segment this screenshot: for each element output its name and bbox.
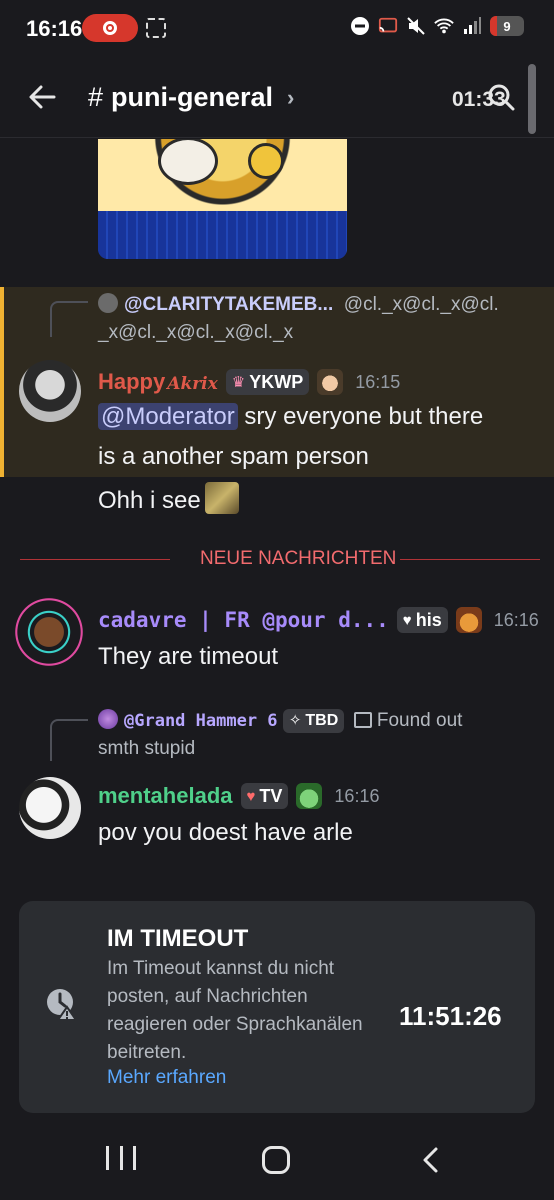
role-tag[interactable]: ♥ his (396, 607, 448, 633)
message-header: cadavre | FR @pour d... ♥ his 16:16 (98, 607, 539, 633)
avatar[interactable] (12, 595, 86, 669)
role-tag-label: his (415, 609, 442, 630)
back-button[interactable] (418, 1146, 444, 1174)
message-header: mentahelada ♥ TV 16:16 (98, 783, 379, 809)
divider-line (388, 559, 540, 560)
username[interactable]: Happy Akrix (98, 369, 218, 395)
dnd-icon (350, 16, 370, 36)
status-time: 16:16 (26, 16, 83, 41)
back-arrow-icon[interactable] (26, 80, 60, 114)
message-content: They are timeout (98, 637, 538, 677)
reply-connector (50, 719, 88, 761)
battery-fill (490, 16, 497, 36)
channel-header: # puni-general › 01:33 (0, 58, 554, 138)
message-content: Ohh i see (98, 481, 538, 521)
screen-record-indicator[interactable] (82, 14, 138, 42)
new-messages-divider: NEUE NACHRICHTEN (20, 548, 540, 570)
role-tag[interactable]: ♥ TV (240, 783, 289, 809)
role-tag[interactable]: ♛ YKWP (225, 369, 310, 395)
role-tag-label: YKWP (249, 371, 304, 392)
reply-author: @CLARITYTAKEMEB... (124, 294, 334, 315)
message-time: 16:15 (355, 371, 401, 392)
username[interactable]: cadavre | FR @pour d... (98, 608, 389, 632)
reply-text: smth stupid (98, 738, 196, 759)
reply-avatar (98, 293, 118, 313)
image-character (158, 139, 218, 185)
divider-label: NEUE NACHRICHTEN (196, 548, 401, 570)
battery-level: 9 (503, 18, 511, 34)
image-icon (353, 712, 372, 728)
timeout-description: Im Timeout kannst du nicht posten, auf N… (107, 958, 363, 1063)
role-icon (455, 607, 482, 633)
username-suffix: Akrix (167, 374, 218, 394)
reply-text: Found out (376, 710, 463, 731)
wifi-icon (434, 16, 454, 36)
search-icon[interactable] (486, 82, 516, 112)
message-text: sry everyone but there (237, 403, 484, 430)
chevron-right-icon: › (287, 84, 295, 110)
message-content: @Moderator sry everyone but there is a a… (98, 397, 538, 477)
timeout-clock-icon (47, 989, 78, 1021)
timeout-countdown: 11:51:26 (399, 1001, 502, 1031)
scrollbar[interactable] (528, 64, 536, 134)
signal-icon (462, 16, 482, 36)
role-tag: ✧ TBD (282, 709, 345, 733)
role-icon (317, 369, 344, 395)
username[interactable]: mentahelada (98, 783, 233, 809)
channel-title[interactable]: # puni-general › (88, 82, 294, 113)
reply-reference[interactable]: @Grand Hammer 6 ✧ TBD Found out smth stup… (98, 707, 462, 763)
record-icon (103, 21, 117, 35)
image-content (98, 139, 347, 211)
image-content (98, 211, 347, 259)
role-tag-label: TBD (305, 712, 339, 729)
timeout-title: IM TIMEOUT (107, 925, 249, 952)
screenshot-icon (146, 18, 166, 38)
mention[interactable]: @Moderator (98, 403, 238, 430)
cast-icon (378, 16, 398, 36)
divider-line (20, 559, 170, 560)
reply-text: @cl._x@cl._x@cl. (343, 294, 499, 315)
message-text: Ohh i see (98, 487, 201, 514)
home-button[interactable] (262, 1146, 290, 1174)
heart-icon: ♥ (246, 787, 256, 805)
message-text: is a another spam person (98, 443, 369, 470)
channel-name: puni-general (111, 82, 274, 112)
reply-author: @Grand Hammer 6 (124, 711, 278, 731)
battery-icon: 9 (490, 16, 524, 36)
status-bar: 16:16 9 (0, 0, 554, 58)
custom-emoji[interactable] (204, 482, 239, 514)
reply-connector (50, 301, 88, 337)
recent-apps-button[interactable] (106, 1146, 136, 1172)
image-character (248, 143, 284, 179)
sparkle-icon: ✧ (288, 712, 302, 729)
message-content: pov you doest have arle (98, 813, 538, 853)
message-header: Happy Akrix ♛ YKWP 16:15 (98, 369, 400, 395)
mute-icon (406, 16, 426, 36)
message-time: 16:16 (493, 609, 539, 630)
message-text: They are timeout (98, 643, 279, 670)
status-icons: 9 (350, 16, 524, 36)
crown-icon: ♛ (231, 374, 246, 391)
message-time: 16:16 (334, 785, 380, 806)
avatar[interactable] (19, 777, 81, 839)
timeout-notice: IM TIMEOUT Im Timeout kannst du nicht po… (19, 901, 535, 1113)
reply-text: _x@cl._x@cl._x@cl._x (98, 322, 294, 343)
username-text: Happy (98, 369, 166, 394)
role-icon (296, 783, 323, 809)
system-navigation-bar (0, 1124, 554, 1200)
reply-avatar (98, 709, 118, 729)
learn-more-link[interactable]: Mehr erfahren (107, 1067, 226, 1089)
reply-reference[interactable]: @CLARITYTAKEMEB... @cl._x@cl._x@cl. _x@c… (98, 291, 499, 347)
image-attachment[interactable] (98, 139, 347, 259)
channel-hash-icon: # (88, 82, 104, 112)
message-text: pov you doest have arle (98, 819, 353, 846)
message-list[interactable]: @CLARITYTAKEMEB... @cl._x@cl._x@cl. _x@c… (0, 139, 554, 884)
avatar[interactable] (19, 360, 81, 422)
heart-icon: ♥ (402, 611, 412, 629)
role-tag-label: TV (259, 785, 283, 806)
